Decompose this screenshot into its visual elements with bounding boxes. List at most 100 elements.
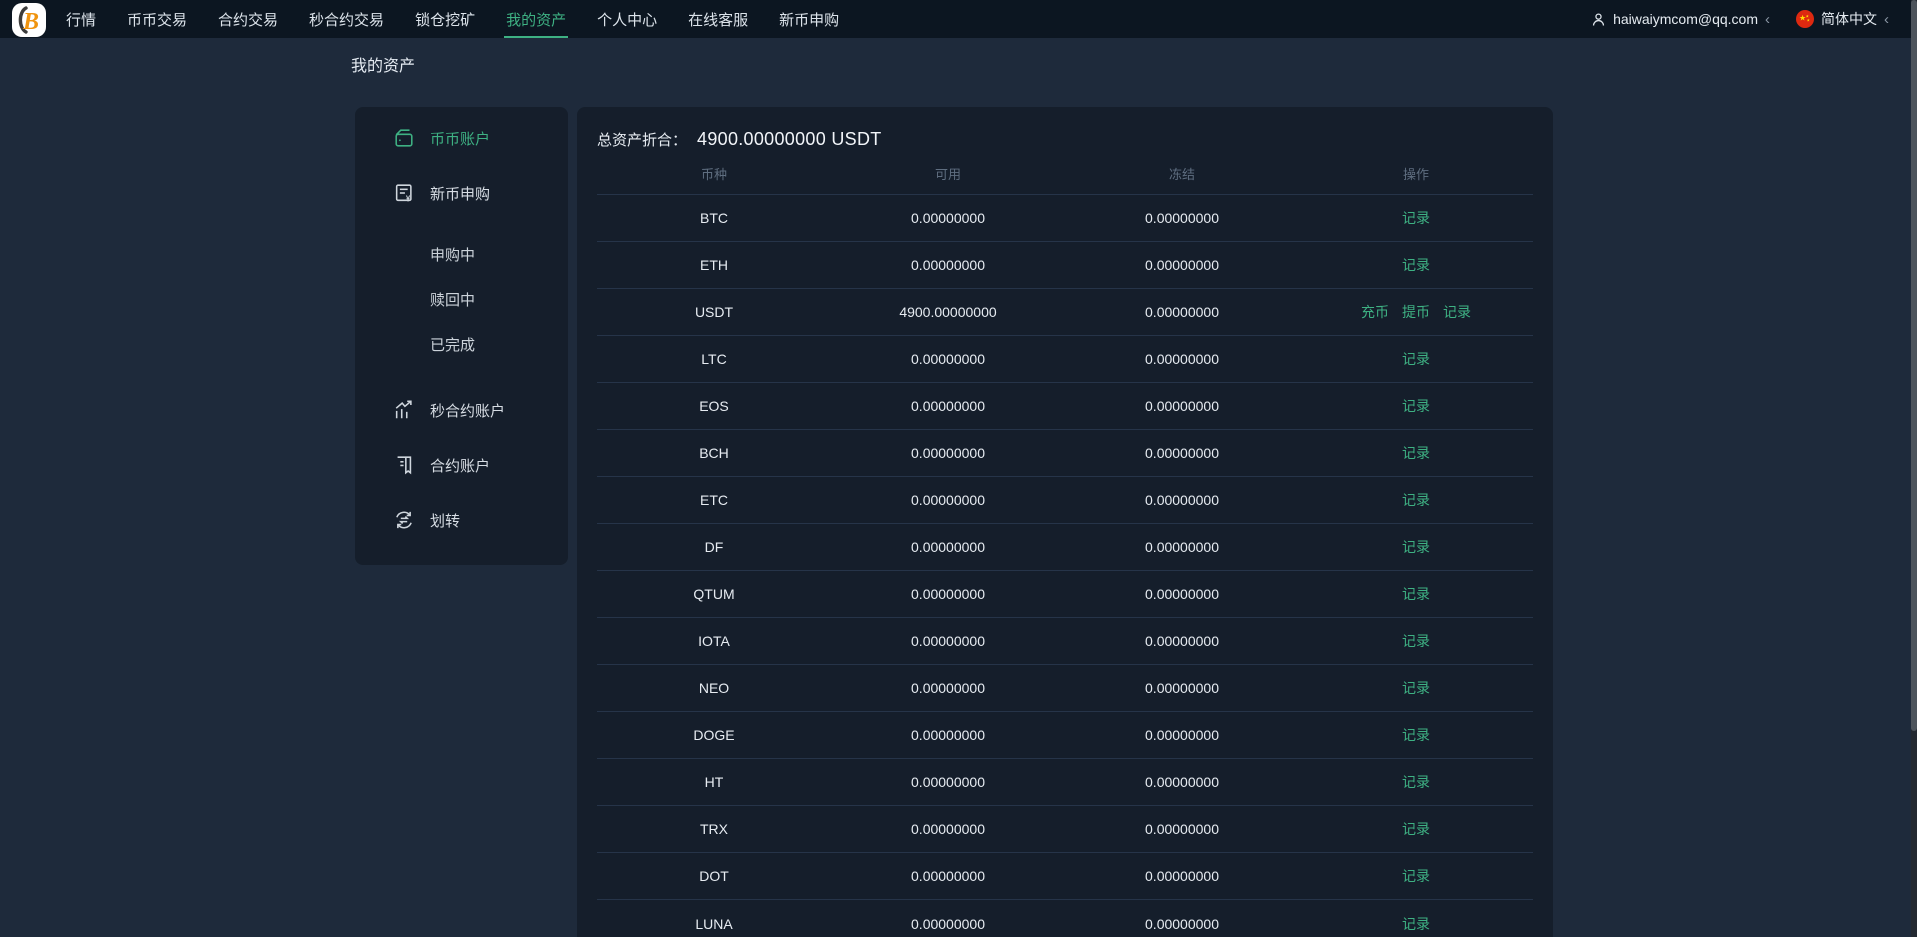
asset-row-eth: ETH 0.00000000 0.00000000 记录 [597,242,1533,289]
nav-item-second-contract-trade[interactable]: 秒合约交易 [307,0,386,38]
sidebar-subitem-subscribing[interactable]: 申购中 [355,232,568,277]
sidebar-item-transfer[interactable]: 划转 [355,497,568,543]
sidebar-item-label: 新币申购 [430,185,491,203]
action-records[interactable]: 记录 [1402,866,1430,886]
cell-frozen: 0.00000000 [1145,445,1219,461]
action-records[interactable]: 记录 [1402,914,1430,934]
cell-actions: 记录 [1299,537,1533,557]
cell-coin: LUNA [695,915,733,932]
user-menu[interactable]: haiwaiymcom@qq.com ‹ [1590,11,1770,28]
sidebar-subgroup: 申购中 赎回中 已完成 [355,232,568,367]
cell-actions: 记录 [1299,255,1533,275]
cell-actions: 充币 提币 记录 [1299,302,1533,322]
asset-row-luna: LUNA 0.00000000 0.00000000 记录 [597,900,1533,937]
cell-actions: 记录 [1299,772,1533,792]
column-header: 冻结 [1168,167,1195,182]
cell-actions: 记录 [1299,490,1533,510]
sidebar-item-new-coin-subscription[interactable]: ¥ 新币申购 [355,170,568,216]
cell-frozen: 0.00000000 [1145,821,1219,837]
sidebar-subitem-completed[interactable]: 已完成 [355,322,568,367]
cell-frozen: 0.00000000 [1145,633,1219,649]
nav-item-contract-trade[interactable]: 合约交易 [216,0,280,38]
action-records[interactable]: 记录 [1402,772,1430,792]
total-assets-label: 总资产折合： [597,132,688,149]
page-scrollbar[interactable] [1911,0,1917,937]
cell-frozen: 0.00000000 [1145,727,1219,743]
action-records[interactable]: 记录 [1402,678,1430,698]
cell-available: 0.00000000 [911,445,985,461]
cell-actions: 记录 [1299,349,1533,369]
nav-item-my-assets[interactable]: 我的资产 [504,0,569,38]
nav-item-new-coin-subscribe[interactable]: 新币申购 [777,0,841,38]
sidebar-item-spot-account[interactable]: 币币账户 [355,115,568,161]
nav-items: 行情 币币交易 合约交易 秒合约交易 锁仓挖矿 我的资产 个人中心 在线客服 新币申购 [64,0,868,38]
scrollbar-thumb[interactable] [1911,0,1917,731]
action-records[interactable]: 记录 [1402,490,1430,510]
cell-actions: 记录 [1299,396,1533,416]
svg-text:¥: ¥ [406,195,411,204]
cell-coin: IOTA [698,633,730,649]
sidebar-subitem-redeeming[interactable]: 赎回中 [355,277,568,322]
nav-item-lock-mining[interactable]: 锁仓挖矿 [413,0,477,38]
asset-row-btc: BTC 0.00000000 0.00000000 记录 [597,195,1533,242]
asset-row-eos: EOS 0.00000000 0.00000000 记录 [597,383,1533,430]
cell-coin: HT [704,774,724,790]
cell-actions: 记录 [1299,866,1533,886]
action-records[interactable]: 记录 [1402,208,1430,228]
cell-actions: 记录 [1299,208,1533,228]
cell-frozen: 0.00000000 [1145,257,1219,273]
action-records[interactable]: 记录 [1402,443,1430,463]
cell-coin: NEO [698,680,730,696]
action-records[interactable]: 记录 [1402,349,1430,369]
asset-row-ltc: LTC 0.00000000 0.00000000 记录 [597,336,1533,383]
action-deposit[interactable]: 充币 [1361,302,1389,322]
column-header: 操作 [1402,167,1429,182]
cell-available: 0.00000000 [911,586,985,602]
action-records[interactable]: 记录 [1443,302,1471,322]
nav-right: haiwaiymcom@qq.com ‹ ★ ★ ★ 简体中文 ‹ [1590,9,1889,29]
cell-coin: LTC [701,351,727,367]
action-records[interactable]: 记录 [1402,584,1430,604]
cell-available: 0.00000000 [911,727,985,743]
nav-item-online-service[interactable]: 在线客服 [686,0,750,38]
sidebar-item-label: 币币账户 [430,130,491,148]
nav-item-market[interactable]: 行情 [64,0,98,38]
cell-frozen: 0.00000000 [1145,398,1219,414]
cell-actions: 记录 [1299,443,1533,463]
sidebar-item-contract-account[interactable]: 合约账户 [355,442,568,488]
chart-up-icon [393,399,415,421]
person-icon [1590,11,1607,28]
total-assets-value: 4900.00000000 USDT [697,129,882,149]
cell-available: 0.00000000 [911,868,985,884]
language-menu[interactable]: ★ ★ ★ 简体中文 ‹ [1796,9,1889,29]
asset-row-df: DF 0.00000000 0.00000000 记录 [597,524,1533,571]
action-records[interactable]: 记录 [1402,725,1430,745]
action-withdraw[interactable]: 提币 [1402,302,1430,322]
china-flag-icon: ★ ★ ★ [1796,10,1814,28]
sidebar-menu: 币币账户 ¥ 新币申购申购中 赎回中 已完成秒合约账户合约账户划转 [355,107,568,565]
site-logo[interactable]: B [12,3,46,37]
cell-coin: QTUM [693,586,735,602]
cell-coin: BCH [699,445,729,461]
action-records[interactable]: 记录 [1402,396,1430,416]
action-records[interactable]: 记录 [1402,631,1430,651]
cell-coin: USDT [694,304,734,320]
cell-available: 0.00000000 [911,633,985,649]
sidebar-item-second-contract-account[interactable]: 秒合约账户 [355,387,568,433]
svg-text:B: B [22,9,39,35]
cell-frozen: 0.00000000 [1145,774,1219,790]
action-records[interactable]: 记录 [1402,255,1430,275]
cell-actions: 记录 [1299,914,1533,934]
action-records[interactable]: 记录 [1402,537,1430,557]
cell-frozen: 0.00000000 [1145,210,1219,226]
nav-item-user-center[interactable]: 个人中心 [595,0,659,38]
sidebar-item-label: 合约账户 [430,457,491,475]
action-records[interactable]: 记录 [1402,819,1430,839]
sidebar-item-label: 划转 [430,512,461,530]
asset-row-trx: TRX 0.00000000 0.00000000 记录 [597,806,1533,853]
user-chevron-icon: ‹ [1765,10,1770,28]
cell-frozen: 0.00000000 [1145,680,1219,696]
nav-item-spot-trade[interactable]: 币币交易 [125,0,189,38]
cell-frozen: 0.00000000 [1145,915,1219,932]
cell-available: 0.00000000 [911,398,985,414]
